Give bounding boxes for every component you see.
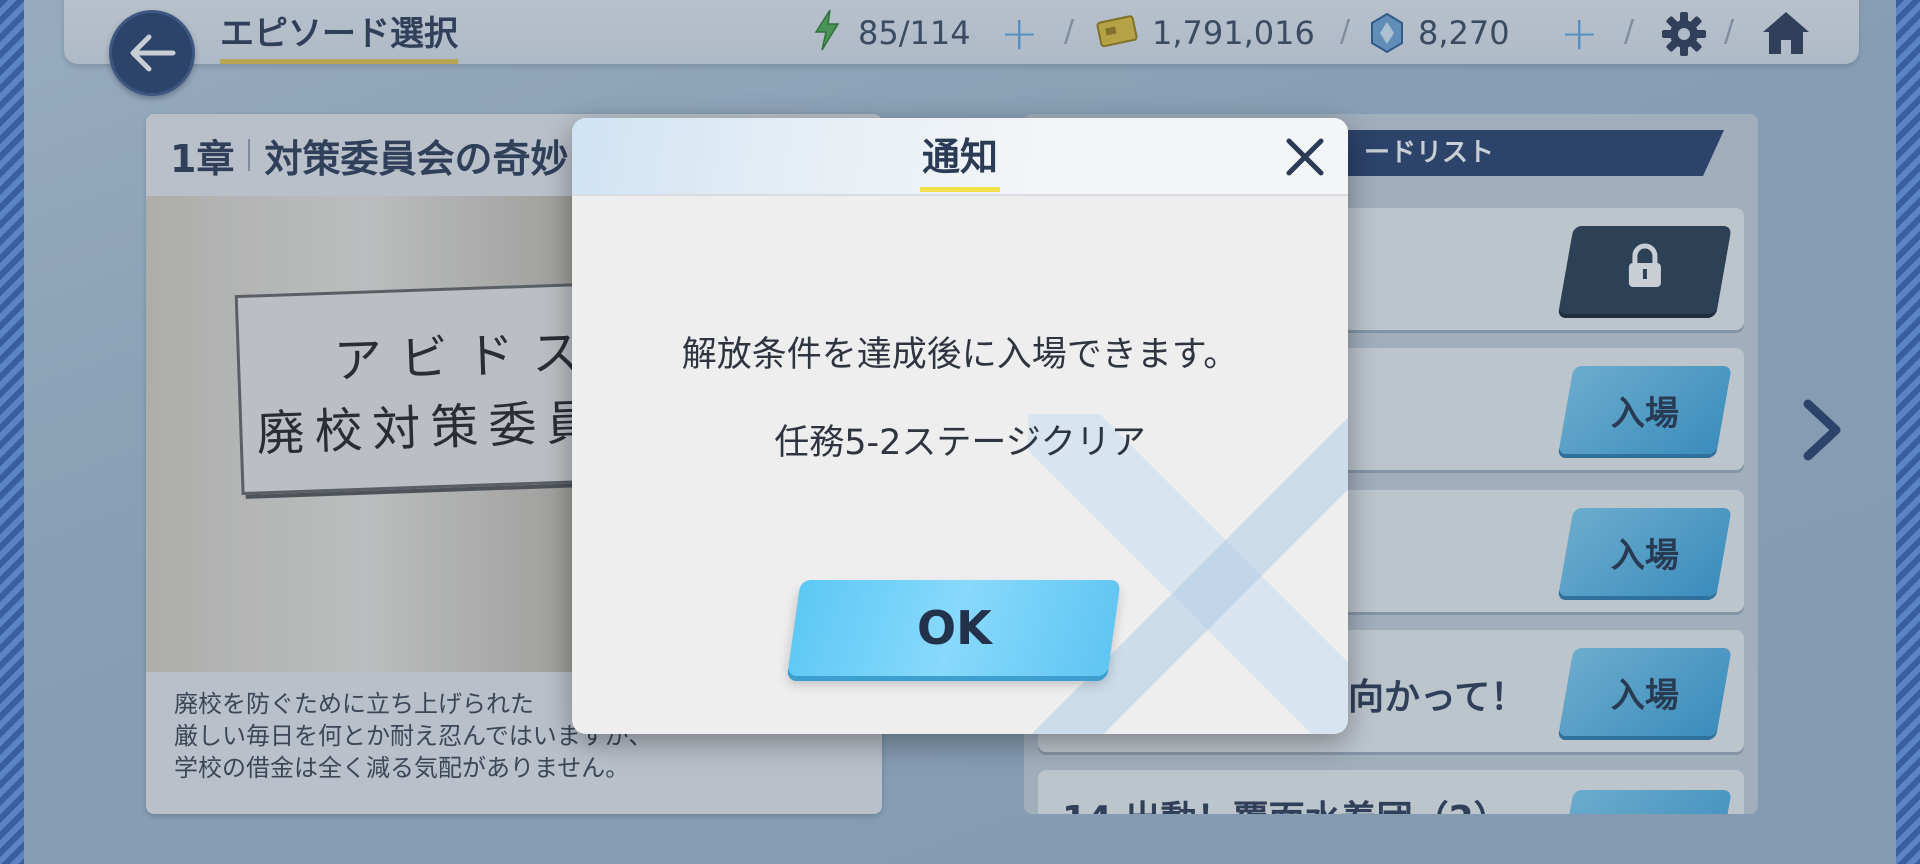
right-border-stripe <box>1896 0 1920 864</box>
dialog-message: 解放条件を達成後に入場できます。 <box>681 335 1239 375</box>
ok-button[interactable]: OK <box>787 580 1121 676</box>
notification-dialog: 通知 解放条件を達成後に入場できます。 任務5-2ステージクリア OK <box>572 118 1348 734</box>
unlock-condition: 任務5-2ステージクリア <box>774 423 1146 463</box>
close-icon <box>1286 138 1324 176</box>
ok-button-label: OK <box>916 601 992 655</box>
dialog-title: 通知 <box>919 126 1000 192</box>
left-border-stripe <box>0 0 24 864</box>
dialog-header: 通知 <box>572 118 1348 196</box>
close-button[interactable] <box>1284 136 1326 182</box>
